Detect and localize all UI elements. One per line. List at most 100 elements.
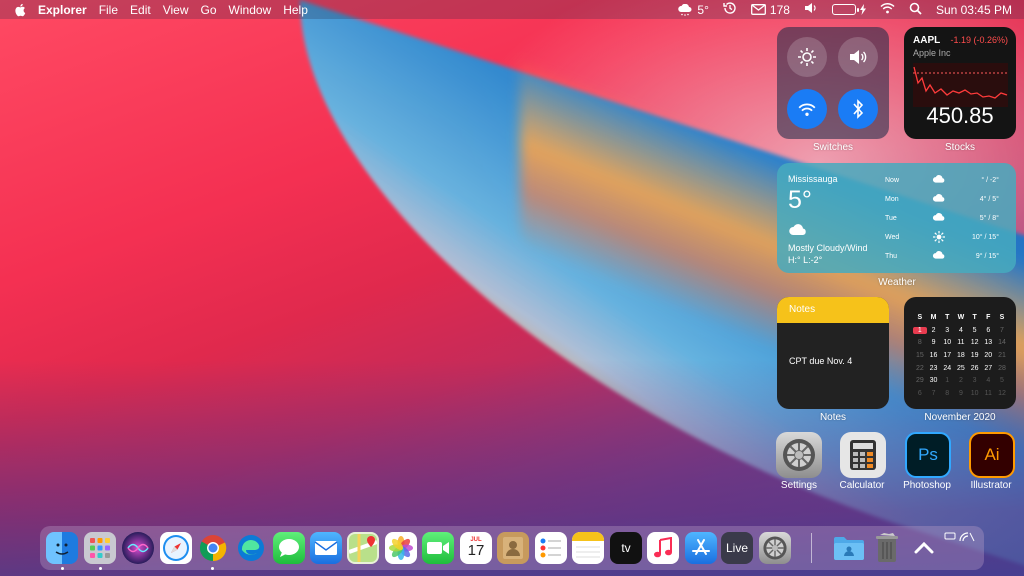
calendar-day[interactable]: 6 xyxy=(981,327,995,334)
notes-dock-icon[interactable] xyxy=(572,532,604,564)
messages-dock-icon[interactable] xyxy=(273,532,305,564)
calendar-day[interactable]: 23 xyxy=(927,365,941,372)
calendar-day[interactable]: 2 xyxy=(927,327,941,334)
menu-edit[interactable]: Edit xyxy=(130,3,151,17)
calendar-day[interactable]: 1 xyxy=(940,377,954,384)
illustrator-app[interactable]: Ai xyxy=(969,432,1015,478)
calendar-day[interactable]: 4 xyxy=(981,377,995,384)
calendar-day[interactable]: 3 xyxy=(940,327,954,334)
time-machine-icon[interactable] xyxy=(723,1,737,18)
calendar-day[interactable]: 11 xyxy=(954,339,968,346)
checklist-icon xyxy=(540,538,561,558)
calendar-day[interactable]: 20 xyxy=(981,352,995,359)
battery-status[interactable] xyxy=(831,4,866,15)
launchpad-dock-icon[interactable] xyxy=(84,532,116,564)
calendar-dock-icon[interactable]: JUL 17 xyxy=(460,532,492,564)
calculator-app[interactable] xyxy=(840,432,886,478)
calendar-day[interactable]: 5 xyxy=(995,377,1009,384)
menu-go[interactable]: Go xyxy=(201,3,217,17)
calendar-day[interactable]: 16 xyxy=(927,352,941,359)
calendar-day[interactable]: 30 xyxy=(927,377,941,384)
ableton-live-dock-icon[interactable]: Live xyxy=(721,532,753,564)
calendar-day[interactable]: 6 xyxy=(913,390,927,397)
calendar-day[interactable]: 9 xyxy=(954,390,968,397)
clock[interactable]: Sun 03:45 PM xyxy=(936,3,1012,17)
calendar-day[interactable]: 11 xyxy=(981,390,995,397)
weather-widget[interactable]: Mississauga 5° Mostly Cloudy/Wind H:° L:… xyxy=(777,163,1016,273)
calendar-weekday-header: S xyxy=(917,313,923,321)
calendar-day[interactable]: 10 xyxy=(968,390,982,397)
maps-dock-icon[interactable] xyxy=(347,532,379,564)
apple-menu-icon[interactable] xyxy=(14,3,26,17)
settings-app[interactable] xyxy=(776,432,822,478)
calendar-day[interactable]: 8 xyxy=(940,390,954,397)
calendar-day[interactable]: 15 xyxy=(913,352,927,359)
reminders-dock-icon[interactable] xyxy=(535,532,567,564)
chrome-dock-icon[interactable] xyxy=(197,532,229,564)
trash-dock-icon[interactable] xyxy=(871,532,903,564)
calendar-day[interactable]: 7 xyxy=(995,327,1009,334)
calendar-widget[interactable]: S M T W T F S 1 2 3 4 5 6 7 8 9 10 11 12 13 14 15 16 17 18 19 20 21… xyxy=(904,297,1016,409)
calendar-day[interactable]: 12 xyxy=(968,339,982,346)
calendar-day[interactable]: 26 xyxy=(968,365,982,372)
calendar-day[interactable]: 5 xyxy=(968,327,982,334)
search-icon[interactable] xyxy=(909,2,922,18)
calendar-day[interactable]: 14 xyxy=(995,339,1009,346)
calendar-day[interactable]: 13 xyxy=(981,339,995,346)
calendar-day[interactable]: 25 xyxy=(954,365,968,372)
wifi-toggle[interactable] xyxy=(787,89,827,129)
calendar-day[interactable]: 10 xyxy=(940,339,954,346)
menu-help[interactable]: Help xyxy=(283,3,308,17)
edge-dock-icon[interactable] xyxy=(235,532,267,564)
stocks-widget[interactable]: AAPL -1.19 (-0.26%) Apple Inc 450.85 xyxy=(904,27,1016,139)
photos-dock-icon[interactable] xyxy=(385,532,417,564)
system-preferences-dock-icon[interactable] xyxy=(759,532,791,564)
calendar-day[interactable]: 3 xyxy=(968,377,982,384)
calendar-day[interactable]: 29 xyxy=(913,377,927,384)
wifi-icon[interactable] xyxy=(880,2,895,17)
finder-dock-icon[interactable] xyxy=(46,532,78,564)
downloads-folder-dock-icon[interactable] xyxy=(833,532,865,564)
calendar-day[interactable]: 19 xyxy=(968,352,982,359)
volume-icon[interactable] xyxy=(804,2,818,17)
app-menu-explorer[interactable]: Explorer xyxy=(38,3,87,17)
bluetooth-toggle[interactable] xyxy=(838,89,878,129)
notes-widget[interactable]: Notes CPT due Nov. 4 xyxy=(777,297,889,409)
calendar-day[interactable]: 27 xyxy=(981,365,995,372)
weather-status[interactable]: 5° xyxy=(677,3,709,17)
calendar-day[interactable]: 7 xyxy=(927,390,941,397)
calendar-day[interactable]: 8 xyxy=(913,339,927,346)
brightness-icon xyxy=(798,48,816,66)
menu-view[interactable]: View xyxy=(163,3,189,17)
calendar-day[interactable]: 21 xyxy=(995,352,1009,359)
contacts-dock-icon[interactable] xyxy=(497,532,529,564)
calendar-day-today[interactable]: 1 xyxy=(913,326,927,334)
calendar-day[interactable]: 9 xyxy=(927,339,941,346)
mail-dock-icon[interactable] xyxy=(310,532,342,564)
menu-file[interactable]: File xyxy=(99,3,118,17)
tv-dock-label: tv xyxy=(621,541,631,555)
calendar-day[interactable]: 24 xyxy=(940,365,954,372)
chevron-up-icon[interactable] xyxy=(914,540,934,559)
volume-toggle[interactable] xyxy=(838,37,878,77)
calendar-day[interactable]: 28 xyxy=(995,365,1009,372)
app-store-dock-icon[interactable] xyxy=(685,532,717,564)
safari-dock-icon[interactable] xyxy=(160,532,192,564)
calendar-day[interactable]: 12 xyxy=(995,390,1009,397)
battery-icon xyxy=(831,4,859,15)
facetime-dock-icon[interactable] xyxy=(422,532,454,564)
calendar-day[interactable]: 2 xyxy=(954,377,968,384)
calendar-day[interactable]: 17 xyxy=(940,352,954,359)
siri-dock-icon[interactable] xyxy=(122,532,154,564)
mail-status[interactable]: 178 xyxy=(750,3,790,17)
photoshop-app[interactable]: Ps xyxy=(905,432,951,478)
brightness-toggle[interactable] xyxy=(787,37,827,77)
calendar-day[interactable]: 4 xyxy=(954,327,968,334)
calendar-day[interactable]: 22 xyxy=(913,365,927,372)
menu-window[interactable]: Window xyxy=(229,3,272,17)
status-tray-icons[interactable] xyxy=(944,530,980,548)
calendar-day[interactable]: 18 xyxy=(954,352,968,359)
tv-dock-icon[interactable]: tv xyxy=(610,532,642,564)
music-dock-icon[interactable] xyxy=(647,532,679,564)
stocks-label: Stocks xyxy=(944,142,975,153)
